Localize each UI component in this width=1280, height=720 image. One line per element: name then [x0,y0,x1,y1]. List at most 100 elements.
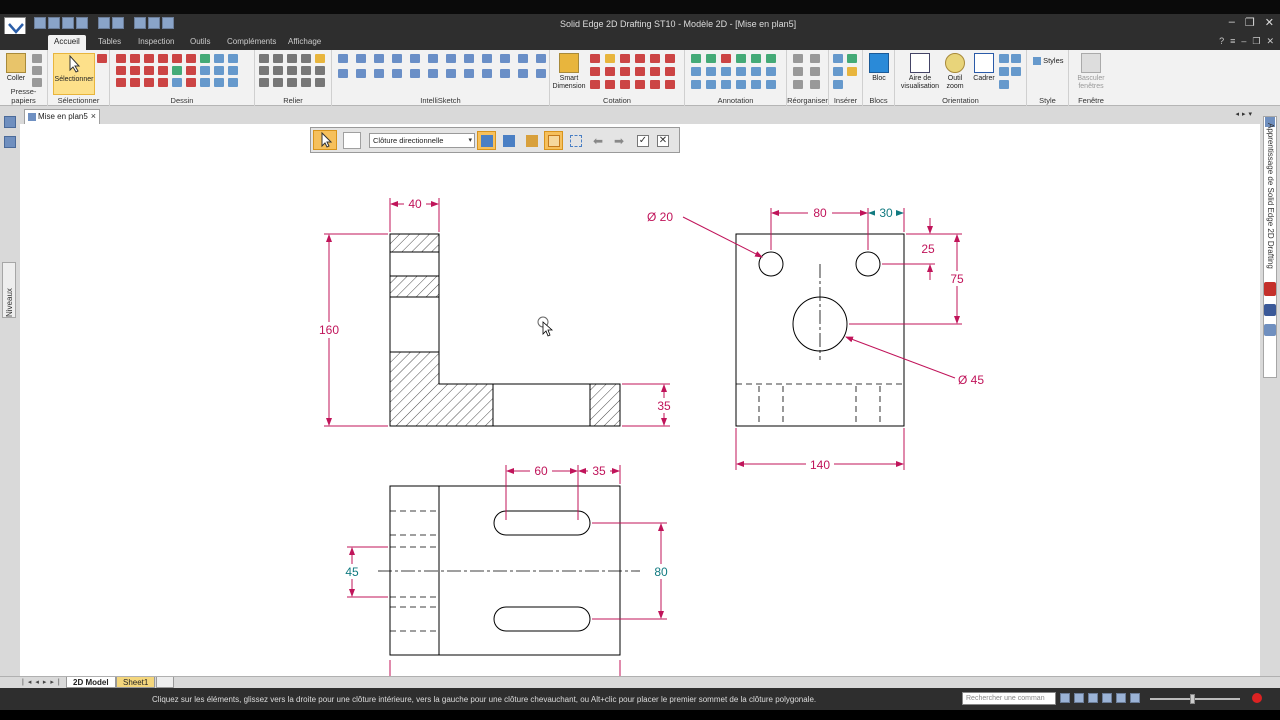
symbol-icon[interactable] [736,80,746,89]
curve-icon[interactable] [144,54,154,63]
datum-target-icon[interactable] [766,67,776,76]
intellisketch-20-icon[interactable] [464,69,474,78]
intellisketch-7-icon[interactable] [446,54,456,63]
text-icon[interactable] [158,78,168,87]
text-box-icon[interactable] [721,80,731,89]
tab-complements[interactable]: Compléments [227,37,276,46]
close-button[interactable]: ✕ [1265,16,1274,29]
intellisketch-1-icon[interactable] [338,54,348,63]
tab-tables[interactable]: Tables [98,37,121,46]
open-file-icon[interactable] [48,17,60,29]
command-search-input[interactable]: Rechercher une comman [962,692,1056,705]
intellisketch-12-icon[interactable] [536,54,546,63]
block-button[interactable]: Bloc [867,53,891,83]
radial-dim-icon[interactable] [635,54,645,63]
tab-scroll-arrows[interactable]: ◂▸▾ [1235,110,1255,118]
dim-text-40[interactable]: 40 [408,197,422,211]
tab-accueil[interactable]: Accueil [48,35,86,50]
group-objects-icon[interactable] [793,67,803,76]
circle-tool-icon[interactable] [116,78,126,87]
dim-text-25[interactable]: 25 [921,242,935,256]
intellisketch-2-icon[interactable] [356,54,366,63]
new-sheet-icon[interactable] [156,677,174,688]
command-select-button[interactable] [313,130,337,150]
leader-d20[interactable] [682,216,763,258]
doc-close-icon[interactable]: ✕ [1266,36,1274,47]
dim-style-icon[interactable] [590,80,600,89]
hatch-region-1[interactable] [389,233,440,253]
fill-icon[interactable] [214,54,224,63]
youtube-icon[interactable] [1264,282,1276,296]
flip-icon[interactable] [287,78,297,87]
balloon-icon[interactable] [706,54,716,63]
intellisketch-15-icon[interactable] [374,69,384,78]
dim-group-icon[interactable] [620,80,630,89]
array-icon[interactable] [214,78,224,87]
switch-windows-button[interactable]: Basculer fenêtres [1073,53,1109,91]
leader-icon[interactable] [721,54,731,63]
delete-icon[interactable] [228,78,238,87]
zoom-area-icon[interactable] [1074,693,1084,703]
rigid-icon[interactable] [273,78,283,87]
doc-minimize-icon[interactable]: – [1241,36,1246,47]
dim-text-d20[interactable]: Ø 20 [647,210,673,224]
dim-text-75[interactable]: 75 [950,272,964,286]
send-back-icon[interactable] [810,54,820,63]
intellisketch-23-icon[interactable] [518,69,528,78]
chamfer-dim-icon[interactable] [665,54,675,63]
centerline-icon[interactable] [751,54,761,63]
rotate-icon[interactable] [172,66,182,75]
select-layer-button[interactable] [499,131,518,150]
maximize-button[interactable]: ❐ [1245,16,1255,29]
intellisketch-19-icon[interactable] [446,69,456,78]
cut-icon[interactable] [32,54,42,63]
doc-restore-icon[interactable]: ❐ [1252,36,1260,47]
ordinate-dim-icon[interactable] [650,67,660,76]
connector-icon[interactable] [706,80,716,89]
dim-text-30[interactable]: 30 [879,206,893,220]
window-icon[interactable] [162,17,174,29]
center-mark-icon[interactable] [736,54,746,63]
help-icon[interactable]: ? [1219,36,1224,47]
dim-text-45[interactable]: 45 [345,565,359,579]
bolt-hole-icon[interactable] [766,54,776,63]
chamfer-icon[interactable] [144,66,154,75]
edge-condition-icon[interactable] [721,67,731,76]
parallel-icon[interactable] [273,54,283,63]
previous-view-icon[interactable] [999,80,1009,89]
dim-trace-icon[interactable] [650,80,660,89]
zoom-area-icon[interactable] [999,54,1009,63]
dim-text-140[interactable]: 140 [810,458,830,472]
insert-object-icon[interactable] [833,67,843,76]
offset-icon[interactable] [228,54,238,63]
concentric-icon[interactable] [287,54,297,63]
previous-view-icon[interactable] [1116,693,1126,703]
save-all-icon[interactable] [76,17,88,29]
dim-text-80-top[interactable]: 80 [654,565,668,579]
mirror-icon[interactable] [186,66,196,75]
maintain-icon[interactable] [301,78,311,87]
dim-text-160[interactable]: 160 [319,323,339,337]
search-go-icon[interactable] [1060,693,1070,703]
select-edit-button[interactable] [522,131,541,150]
intellisketch-5-icon[interactable] [410,54,420,63]
symmetric-icon[interactable] [315,66,325,75]
split-icon[interactable] [186,78,196,87]
collinear-icon[interactable] [301,66,311,75]
fence-overlap-button[interactable] [566,131,585,150]
ribbon-options-icon[interactable]: ≡ [1230,36,1235,47]
hatch-region-3[interactable] [389,351,494,427]
minimize-button[interactable]: – [1229,16,1235,29]
angle-dim-icon[interactable] [605,54,615,63]
intellisketch-14-icon[interactable] [356,69,366,78]
line-icon[interactable] [116,54,126,63]
select-filter-button[interactable] [477,131,496,150]
properties-icon[interactable] [343,132,361,149]
top-view[interactable] [378,485,640,656]
niveaux-panel-tab[interactable]: Niveaux [2,262,16,318]
ellipse-icon[interactable] [172,54,182,63]
align-icon[interactable] [793,80,803,89]
front-view[interactable] [389,233,621,427]
fillet-icon[interactable] [130,66,140,75]
polygon-icon[interactable] [186,54,196,63]
